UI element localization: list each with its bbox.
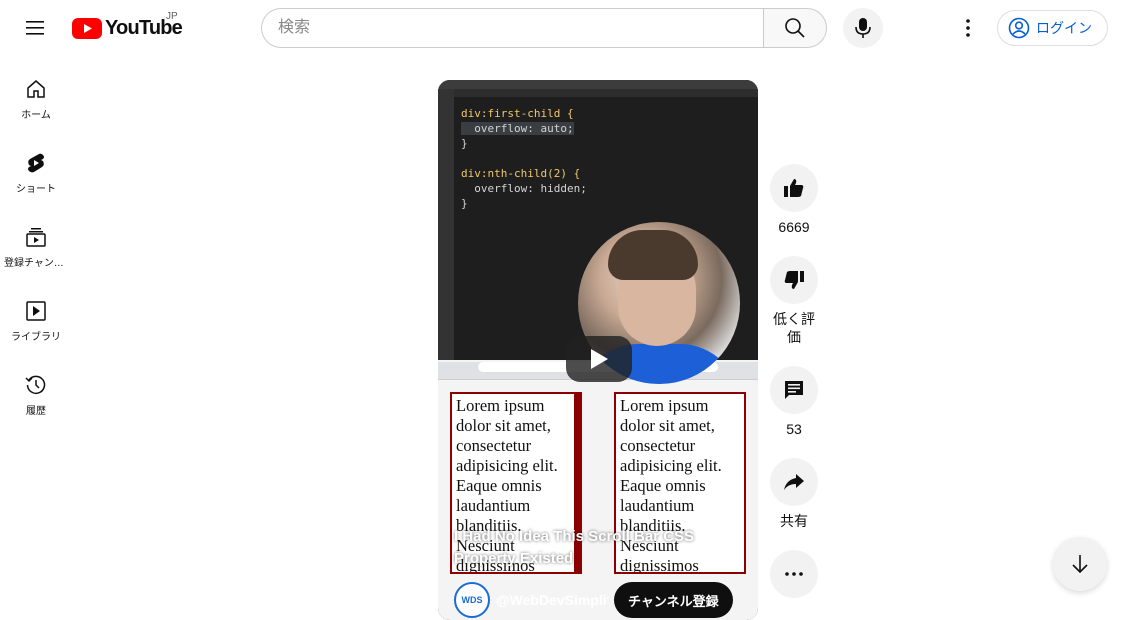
share-icon xyxy=(784,474,804,490)
code-line: } xyxy=(461,197,468,210)
history-icon xyxy=(25,375,46,394)
youtube-play-logo-icon xyxy=(72,17,102,39)
next-video-button[interactable] xyxy=(1053,537,1107,591)
search-icon xyxy=(785,18,805,38)
dislike-group: 低く評価 xyxy=(770,256,818,346)
dislike-label: 低く評価 xyxy=(773,311,815,345)
account-icon xyxy=(1008,17,1030,39)
sidebar-item-shorts[interactable]: ショート xyxy=(0,130,72,204)
like-group: 6669 xyxy=(770,164,818,236)
sidebar-item-library[interactable]: ライブラリ xyxy=(0,278,72,352)
share-group: 共有 xyxy=(770,458,818,530)
more-horizontal-icon xyxy=(785,572,803,576)
library-icon xyxy=(26,301,46,321)
sidebar-item-label: ショート xyxy=(16,184,56,195)
comment-group: 53 xyxy=(770,366,818,438)
microphone-icon xyxy=(855,18,871,38)
sidebar-item-label: 履歴 xyxy=(26,406,46,417)
comment-icon xyxy=(785,381,803,399)
search-bar xyxy=(261,8,827,48)
more-group xyxy=(770,550,818,598)
action-bar: 6669 低く評価 53 共有 xyxy=(770,164,818,618)
subscriptions-icon xyxy=(26,228,46,247)
settings-more-button[interactable] xyxy=(948,8,988,48)
channel-avatar[interactable]: WDS xyxy=(454,582,490,618)
code-line: } xyxy=(461,137,468,150)
code-line: div:first-child { xyxy=(461,107,574,120)
code-line: overflow: hidden; xyxy=(461,182,587,195)
like-button[interactable] xyxy=(770,164,818,212)
login-button[interactable]: ログイン xyxy=(997,10,1108,46)
mini-guide: ホーム ショート 登録チャンネル ライブラリ 履歴 xyxy=(0,56,72,426)
sidebar-item-label: 登録チャンネル xyxy=(4,258,68,269)
video-title[interactable]: I Had No Idea This Scroll Bar CSS Proper… xyxy=(454,526,714,570)
login-label: ログイン xyxy=(1036,20,1092,36)
code-block: div:first-child { overflow: auto; } div:… xyxy=(461,106,587,211)
play-icon xyxy=(591,349,608,369)
code-line: overflow: auto; xyxy=(461,122,574,135)
channel-bar: WDS @WebDevSimplified チャンネル登録 xyxy=(454,580,754,620)
code-line: div:nth-child(2) { xyxy=(461,167,581,180)
thumbs-down-icon xyxy=(784,271,804,289)
sidebar-item-label: ホーム xyxy=(21,110,51,121)
shorts-video-player[interactable]: div:first-child { overflow: auto; } div:… xyxy=(438,80,758,620)
menu-button[interactable] xyxy=(16,8,56,48)
subscribe-button[interactable]: チャンネル登録 xyxy=(614,582,733,618)
more-actions-button[interactable] xyxy=(770,550,818,598)
voice-search-button[interactable] xyxy=(843,8,883,48)
search-button[interactable] xyxy=(763,8,827,48)
masthead: YouTube JP ログイン xyxy=(0,0,1124,56)
channel-name[interactable]: @WebDevSimplified xyxy=(496,592,608,608)
play-button[interactable] xyxy=(566,336,632,382)
like-count: 6669 xyxy=(778,219,810,235)
sidebar-item-subscriptions[interactable]: 登録チャンネル xyxy=(0,204,72,278)
dislike-button[interactable] xyxy=(770,256,818,304)
search-input[interactable] xyxy=(261,8,763,48)
arrow-down-icon xyxy=(1072,555,1088,574)
shorts-icon xyxy=(28,153,44,173)
sidebar-item-home[interactable]: ホーム xyxy=(0,56,72,130)
thumbs-up-icon xyxy=(784,179,804,197)
share-label: 共有 xyxy=(780,513,808,529)
comments-button[interactable] xyxy=(770,366,818,414)
region-code: JP xyxy=(166,11,178,22)
sidebar-item-history[interactable]: 履歴 xyxy=(0,352,72,426)
sidebar-item-label: ライブラリ xyxy=(11,332,61,343)
more-vertical-icon xyxy=(966,19,970,37)
share-button[interactable] xyxy=(770,458,818,506)
comment-count: 53 xyxy=(786,421,802,437)
home-icon xyxy=(27,80,45,98)
hamburger-icon xyxy=(26,21,44,35)
